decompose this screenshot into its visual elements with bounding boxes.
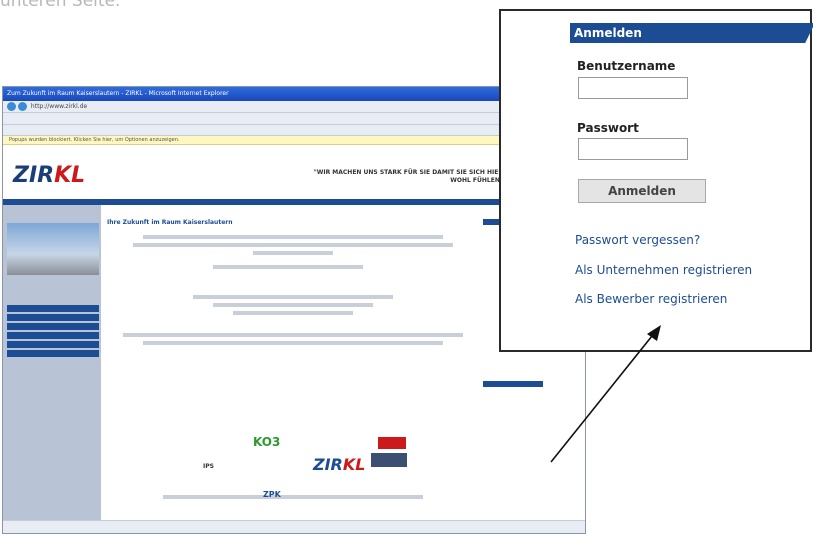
arrow-line: [550, 330, 657, 463]
callout-arrow: [550, 325, 661, 463]
